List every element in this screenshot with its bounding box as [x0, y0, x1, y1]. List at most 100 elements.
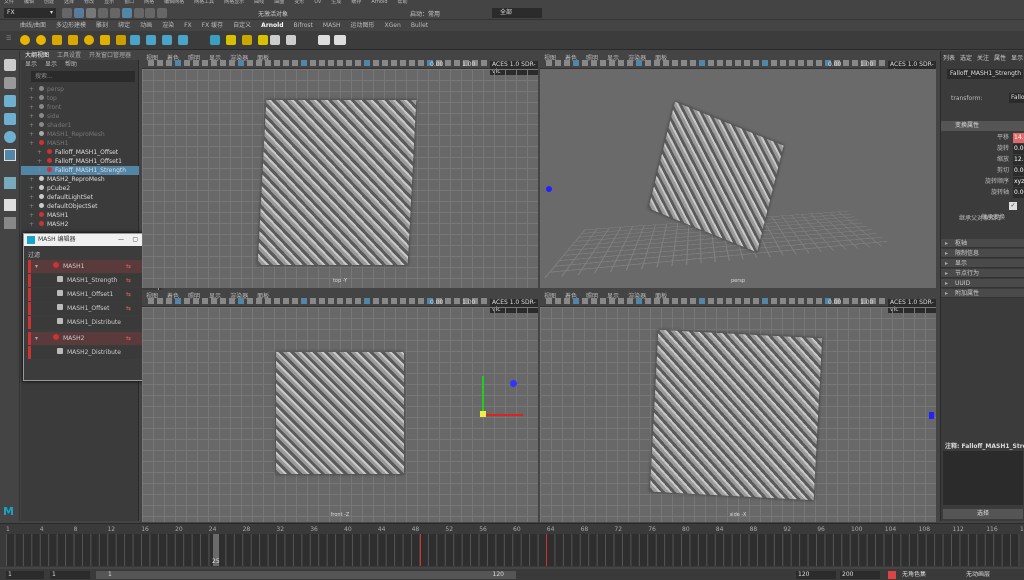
shelf-tab[interactable]: 自定义 [233, 22, 251, 29]
shelf-tab[interactable]: Arnold [261, 22, 283, 29]
node-name-field[interactable]: Falloff_MASH1_Strength [947, 69, 1023, 79]
viewport-tool-icon[interactable] [798, 298, 804, 304]
viewport-side[interactable]: 视图着色照明显示渲染器面板0.001.00ACES 1.0 SDR-vic si… [540, 290, 936, 522]
mash-node-row[interactable]: MASH1_Offset ⇆ [28, 302, 154, 315]
mash-network-icon[interactable] [210, 35, 220, 45]
render-settings-icon[interactable] [162, 35, 172, 45]
shelf-tab[interactable]: FX 缓存 [202, 22, 223, 29]
viewport-tool-icon[interactable] [391, 60, 397, 66]
workspace-dropdown[interactable]: FX ▾ [4, 8, 56, 18]
ae-section[interactable]: ▸ 枢轴 [941, 239, 1024, 248]
attribute-value-field[interactable]: 0.00 [1013, 166, 1024, 176]
viewport-tool-icon[interactable] [636, 60, 642, 66]
transform-value-field[interactable]: Fallo [1009, 93, 1024, 103]
viewport-tool-icon[interactable] [157, 298, 163, 304]
viewport-tool-icon[interactable] [211, 60, 217, 66]
collapse-icon[interactable]: ▾ [35, 260, 38, 273]
viewport-tool-icon[interactable] [274, 60, 280, 66]
viewport-tool-icon[interactable] [148, 298, 154, 304]
manipulator-center[interactable] [480, 411, 486, 417]
viewport-tool-icon[interactable] [789, 298, 795, 304]
mash-node-row[interactable]: MASH1_Distribute [28, 316, 154, 329]
viewport-tool-icon[interactable] [771, 298, 777, 304]
viewport-tool-icon[interactable] [193, 60, 199, 66]
range-bar[interactable]: 1 120 [96, 571, 516, 579]
character-set-dropdown[interactable]: 无角色集 [902, 571, 926, 579]
snap-point-icon[interactable] [157, 8, 167, 18]
viewport-tool-icon[interactable] [636, 298, 642, 304]
viewport-tool-icon[interactable] [202, 298, 208, 304]
gamma-field[interactable]: 1.00 [860, 299, 873, 306]
strength-icon[interactable] [258, 35, 268, 45]
viewport-tool-icon[interactable] [816, 298, 822, 304]
viewport-tool-icon[interactable] [247, 60, 253, 66]
expand-icon[interactable]: + [37, 166, 42, 175]
manipulator-y-axis[interactable] [482, 376, 484, 416]
expand-icon[interactable]: ▸ [945, 259, 948, 268]
new-scene-icon[interactable] [62, 8, 72, 18]
viewport-tool-icon[interactable] [166, 298, 172, 304]
viewport-tool-icon[interactable] [256, 60, 262, 66]
expand-icon[interactable]: + [29, 103, 34, 112]
gamma-field[interactable]: 1.00 [462, 299, 475, 306]
viewport-tool-icon[interactable] [645, 60, 651, 66]
hypershade-icon[interactable] [178, 35, 188, 45]
viewport-tool-icon[interactable] [573, 298, 579, 304]
range-start-field[interactable]: 1 [6, 571, 44, 579]
viewport-tool-icon[interactable] [708, 60, 714, 66]
single-view-icon[interactable] [4, 199, 16, 211]
shelf-tab[interactable]: MASH [323, 22, 341, 29]
ae-tab[interactable]: 属性 [994, 53, 1006, 62]
viewport-tool-icon[interactable] [481, 60, 487, 66]
viewport-tool-icon[interactable] [364, 60, 370, 66]
menu-item[interactable]: 网格 [144, 0, 154, 5]
ae-section[interactable]: ▸ 限制信息 [941, 249, 1024, 258]
mesh-light-icon[interactable] [116, 35, 126, 45]
viewport-tool-icon[interactable] [157, 60, 163, 66]
outliner-tab[interactable]: 工具设置 [57, 51, 81, 60]
expand-icon[interactable]: + [37, 157, 42, 166]
viewport-tool-icon[interactable] [879, 60, 885, 66]
mash-network-row[interactable]: ▾ MASH1 ⇆ [28, 260, 154, 273]
viewport-tool-icon[interactable] [382, 60, 388, 66]
viewport-tool-icon[interactable] [265, 298, 271, 304]
connect-icon[interactable]: ⇆ [126, 277, 136, 284]
viewport-tool-icon[interactable] [328, 60, 334, 66]
viewport-tool-icon[interactable] [319, 298, 325, 304]
viewport-tool-icon[interactable] [555, 298, 561, 304]
viewport-tool-icon[interactable] [319, 60, 325, 66]
viewport-tool-icon[interactable] [708, 298, 714, 304]
viewport-tool-icon[interactable] [418, 298, 424, 304]
outliner-menu-item[interactable]: 显示 [25, 60, 37, 69]
manipulator-z-handle[interactable] [510, 380, 517, 387]
viewport-tool-icon[interactable] [555, 60, 561, 66]
viewport-tool-icon[interactable] [564, 60, 570, 66]
viewport-top[interactable]: 视图着色照明显示渲染器面板0.001.00ACES 1.0 SDR-vic to… [142, 52, 538, 288]
menu-item[interactable]: 网格显示 [224, 0, 244, 5]
viewport-tool-icon[interactable] [391, 298, 397, 304]
viewport-tool-icon[interactable] [744, 298, 750, 304]
viewport-tool-icon[interactable] [175, 60, 181, 66]
expand-icon[interactable]: + [37, 148, 42, 157]
ae-tab[interactable]: 选定 [960, 53, 972, 62]
outliner-item[interactable]: + MASH2_ReproMesh [21, 175, 139, 184]
snap-curve-icon[interactable] [145, 8, 155, 18]
viewport-tool-icon[interactable] [663, 60, 669, 66]
ae-section[interactable]: ▸ 附加属性 [941, 289, 1024, 298]
time-slider[interactable]: 1 4 8 12 16 20 24 28 32 36 40 44 48 52 56 60 64 68 72 76 80 8… [0, 523, 1024, 567]
area-light-icon[interactable] [84, 35, 94, 45]
viewport-tool-icon[interactable] [852, 60, 858, 66]
viewport-tool-icon[interactable] [753, 60, 759, 66]
viewport-tool-icon[interactable] [600, 298, 606, 304]
viewport-tool-icon[interactable] [229, 60, 235, 66]
shelf-menu-icon[interactable]: ☰ [6, 35, 12, 45]
viewport-tool-icon[interactable] [546, 60, 552, 66]
attribute-value-field[interactable]: 0.00 [1013, 144, 1024, 154]
outliner-item[interactable]: + top [21, 94, 139, 103]
spot-light-icon[interactable] [52, 35, 62, 45]
viewport-tool-icon[interactable] [681, 298, 687, 304]
symmetry-dropdown[interactable]: 全部 [492, 8, 542, 18]
maximize-icon[interactable]: ▢ [132, 234, 138, 246]
expand-icon[interactable]: ▸ [945, 279, 948, 288]
range-inner-start-field[interactable]: 1 [50, 571, 90, 579]
